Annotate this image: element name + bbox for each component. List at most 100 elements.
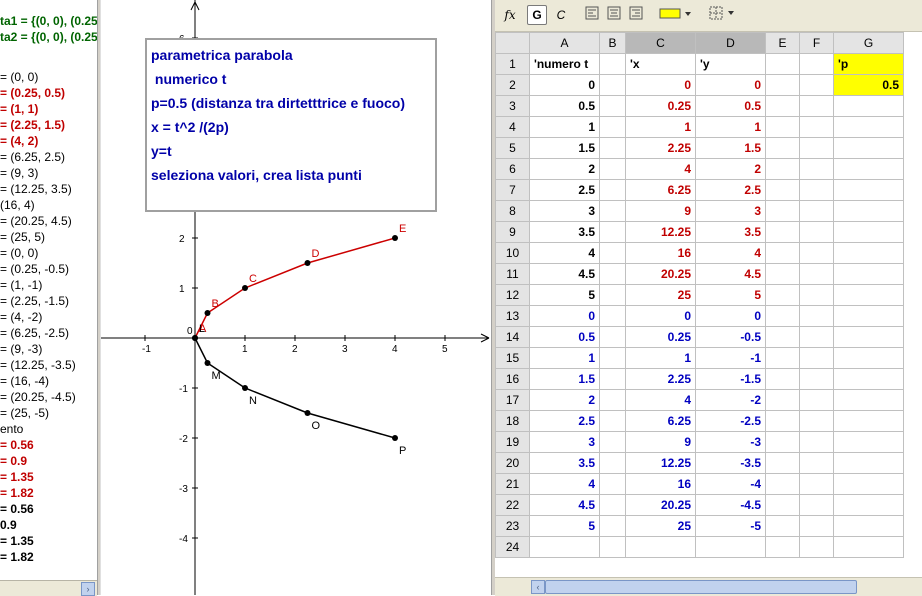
cell-g15[interactable]: [833, 347, 904, 369]
cell-c7[interactable]: 6.25: [625, 179, 696, 201]
cell-b12[interactable]: [599, 284, 626, 306]
cell-d16[interactable]: -1.5: [695, 368, 766, 390]
row-header[interactable]: 7: [495, 179, 530, 201]
cell-a8[interactable]: 3: [529, 200, 600, 222]
cell-b1[interactable]: [599, 53, 626, 75]
graphics-view[interactable]: -10123456-4-3-2-1123456ABCDELMNOP parame…: [101, 0, 491, 595]
cell-f14[interactable]: [799, 326, 834, 348]
cell-a11[interactable]: 4.5: [529, 263, 600, 285]
algebra-entry[interactable]: 0.9: [0, 518, 17, 532]
cell-f23[interactable]: [799, 515, 834, 537]
cell-c15[interactable]: 1: [625, 347, 696, 369]
row-header[interactable]: 4: [495, 116, 530, 138]
cell-d8[interactable]: 3: [695, 200, 766, 222]
scroll-right-arrow-icon[interactable]: ›: [81, 582, 95, 596]
cell-e5[interactable]: [765, 137, 800, 159]
cell-d23[interactable]: -5: [695, 515, 766, 537]
row-header[interactable]: 13: [495, 305, 530, 327]
scroll-left-arrow-icon[interactable]: ‹: [531, 580, 545, 594]
cell-c18[interactable]: 6.25: [625, 410, 696, 432]
cell-b2[interactable]: [599, 74, 626, 96]
spreadsheet-horizontal-scrollbar[interactable]: ‹: [495, 577, 922, 596]
cell-a1[interactable]: 'numero t: [529, 53, 600, 75]
cell-f9[interactable]: [799, 221, 834, 243]
algebra-entry[interactable]: = 0.9: [0, 454, 27, 468]
cell-e24[interactable]: [765, 536, 800, 558]
cell-d11[interactable]: 4.5: [695, 263, 766, 285]
column-header-b[interactable]: B: [599, 32, 626, 54]
row-header[interactable]: 12: [495, 284, 530, 306]
cell-b13[interactable]: [599, 305, 626, 327]
cell-e13[interactable]: [765, 305, 800, 327]
cell-a20[interactable]: 3.5: [529, 452, 600, 474]
cell-a12[interactable]: 5: [529, 284, 600, 306]
cell-f2[interactable]: [799, 74, 834, 96]
cell-f5[interactable]: [799, 137, 834, 159]
cell-a17[interactable]: 2: [529, 389, 600, 411]
cell-c22[interactable]: 20.25: [625, 494, 696, 516]
algebra-entry[interactable]: ento: [0, 422, 23, 436]
row-header[interactable]: 19: [495, 431, 530, 453]
row-header[interactable]: 18: [495, 410, 530, 432]
cell-c21[interactable]: 16: [625, 473, 696, 495]
cell-c1[interactable]: 'x: [625, 53, 696, 75]
row-header[interactable]: 22: [495, 494, 530, 516]
cell-g22[interactable]: [833, 494, 904, 516]
description-text-box[interactable]: parametrica parabola numerico t p=0.5 (di…: [145, 38, 437, 212]
cell-g10[interactable]: [833, 242, 904, 264]
algebra-entry[interactable]: = (0.25, -0.5): [0, 262, 69, 276]
cell-c8[interactable]: 9: [625, 200, 696, 222]
cell-e22[interactable]: [765, 494, 800, 516]
cell-g24[interactable]: [833, 536, 904, 558]
point-L[interactable]: [192, 335, 198, 341]
row-header[interactable]: 2: [495, 74, 530, 96]
algebra-entry[interactable]: = 1.35: [0, 470, 34, 484]
column-header-f[interactable]: F: [799, 32, 834, 54]
cell-b18[interactable]: [599, 410, 626, 432]
algebra-entry[interactable]: = (6.25, -2.5): [0, 326, 69, 340]
point-O[interactable]: [304, 410, 311, 416]
cell-e9[interactable]: [765, 221, 800, 243]
algebra-entry[interactable]: = (0, 0): [0, 70, 38, 84]
cell-b20[interactable]: [599, 452, 626, 474]
algebra-entry[interactable]: = (9, -3): [0, 342, 42, 356]
algebra-entry[interactable]: = (12.25, 3.5): [0, 182, 72, 196]
cell-e14[interactable]: [765, 326, 800, 348]
cell-c9[interactable]: 12.25: [625, 221, 696, 243]
point-P[interactable]: [392, 435, 398, 441]
cell-e11[interactable]: [765, 263, 800, 285]
cell-b4[interactable]: [599, 116, 626, 138]
cell-g12[interactable]: [833, 284, 904, 306]
cell-e10[interactable]: [765, 242, 800, 264]
cell-a22[interactable]: 4.5: [529, 494, 600, 516]
cell-b7[interactable]: [599, 179, 626, 201]
algebra-entry[interactable]: = (25, -5): [0, 406, 49, 420]
point-M[interactable]: [204, 360, 211, 366]
cell-g23[interactable]: [833, 515, 904, 537]
cell-a18[interactable]: 2.5: [529, 410, 600, 432]
algebra-entry[interactable]: ta2 = {(0, 0), (0.25: [0, 30, 97, 44]
algebra-entry[interactable]: = (1, 1): [0, 102, 38, 116]
algebra-entry[interactable]: (16, 4): [0, 198, 35, 212]
cell-c20[interactable]: 12.25: [625, 452, 696, 474]
cell-g17[interactable]: [833, 389, 904, 411]
cell-d4[interactable]: 1: [695, 116, 766, 138]
cell-c23[interactable]: 25: [625, 515, 696, 537]
cell-a23[interactable]: 5: [529, 515, 600, 537]
cell-g5[interactable]: [833, 137, 904, 159]
row-header[interactable]: 24: [495, 536, 530, 558]
cell-e18[interactable]: [765, 410, 800, 432]
cell-a19[interactable]: 3: [529, 431, 600, 453]
cell-c24[interactable]: [625, 536, 696, 558]
cell-b5[interactable]: [599, 137, 626, 159]
column-header-a[interactable]: A: [529, 32, 600, 54]
algebra-entry[interactable]: = 1.82: [0, 486, 34, 500]
cell-g8[interactable]: [833, 200, 904, 222]
cell-a14[interactable]: 0.5: [529, 326, 600, 348]
cell-a6[interactable]: 2: [529, 158, 600, 180]
cell-e7[interactable]: [765, 179, 800, 201]
cell-d17[interactable]: -2: [695, 389, 766, 411]
row-header[interactable]: 15: [495, 347, 530, 369]
column-header-d[interactable]: D: [695, 32, 766, 54]
cell-f7[interactable]: [799, 179, 834, 201]
